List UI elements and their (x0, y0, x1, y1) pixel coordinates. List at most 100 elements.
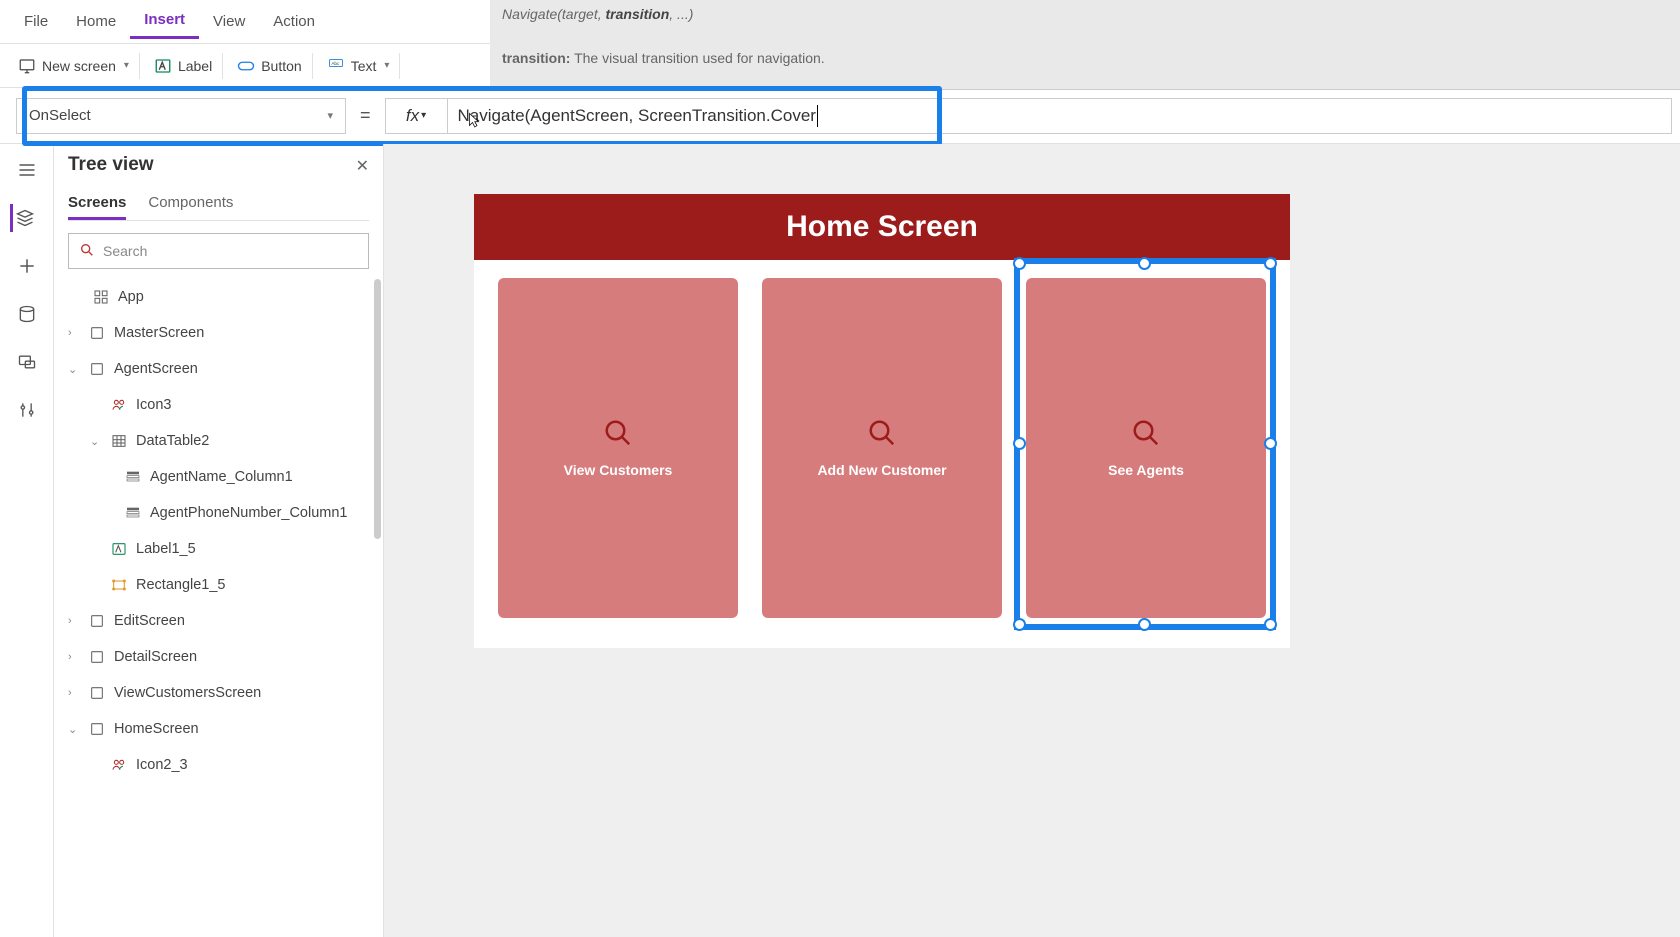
magnifier-icon (1131, 418, 1161, 448)
formula-intellisense: Navigate(target, transition, ...) transi… (490, 0, 1680, 90)
left-rail (0, 144, 54, 937)
chevron-right-icon[interactable]: › (68, 615, 80, 627)
data-icon[interactable] (13, 300, 41, 328)
search-placeholder: Search (103, 243, 147, 259)
node-masterscreen[interactable]: › MasterScreen (68, 315, 369, 351)
formula-input[interactable]: Navigate(AgentScreen, ScreenTransition.C… (447, 98, 1672, 134)
text-icon: Abc (327, 57, 345, 75)
text-caret (817, 105, 818, 127)
chevron-right-icon[interactable]: › (68, 327, 80, 339)
node-icon23[interactable]: Icon2_3 (68, 747, 369, 783)
new-screen-label: New screen (42, 58, 116, 74)
chevron-down-icon: ▾ (421, 110, 426, 121)
settings-icon[interactable] (13, 396, 41, 424)
people-icon (110, 396, 128, 414)
canvas-area[interactable]: Home Screen View Customers Add New Custo… (384, 144, 1680, 937)
sig-post: , ...) (669, 6, 693, 22)
card-see-agents[interactable]: See Agents (1026, 278, 1266, 618)
search-icon (79, 242, 95, 261)
screen-outline-icon (88, 684, 106, 702)
tab-screens[interactable]: Screens (68, 188, 126, 220)
card-label: See Agents (1108, 462, 1184, 478)
fx-label: fx (406, 106, 419, 126)
node-agentphone-col[interactable]: AgentPhoneNumber_Column1 (68, 495, 369, 531)
canvas-body: View Customers Add New Customer See Agen… (474, 260, 1290, 648)
rectangle-icon (110, 576, 128, 594)
app-grid-icon (92, 288, 110, 306)
tab-components[interactable]: Components (148, 188, 233, 220)
chevron-down-icon: ▾ (384, 60, 389, 71)
text-button[interactable]: Abc Text ▾ (317, 53, 401, 79)
node-datatable2[interactable]: ⌄ DataTable2 (68, 423, 369, 459)
sig-pre: Navigate(target, (502, 6, 606, 22)
plus-icon[interactable] (13, 252, 41, 280)
card-add-new-customer[interactable]: Add New Customer (762, 278, 1002, 618)
node-label: DetailScreen (114, 649, 197, 665)
canvas-home-screen: Home Screen View Customers Add New Custo… (474, 194, 1290, 648)
node-detailscreen[interactable]: › DetailScreen (68, 639, 369, 675)
node-viewcustomersscreen[interactable]: › ViewCustomersScreen (68, 675, 369, 711)
node-agentscreen[interactable]: ⌄ AgentScreen (68, 351, 369, 387)
property-selector[interactable]: OnSelect ▾ (16, 98, 346, 134)
node-agentname-col[interactable]: AgentName_Column1 (68, 459, 369, 495)
tree-view-rail-icon[interactable] (10, 204, 38, 232)
node-label: App (118, 289, 144, 305)
column-icon (124, 504, 142, 522)
node-label: Label1_5 (136, 541, 196, 557)
node-label: Rectangle1_5 (136, 577, 226, 593)
formula-bar: OnSelect ▾ = fx ▾ Navigate(AgentScreen, … (0, 88, 1680, 144)
node-app[interactable]: App (68, 279, 369, 315)
hint-desc-text: The visual transition used for navigatio… (570, 50, 824, 66)
menu-file[interactable]: File (10, 7, 62, 36)
node-homescreen[interactable]: ⌄ HomeScreen (68, 711, 369, 747)
card-view-customers[interactable]: View Customers (498, 278, 738, 618)
tree-view-tabs: Screens Components (68, 188, 369, 221)
text-btn-text: Text (351, 58, 377, 74)
node-label15[interactable]: Label1_5 (68, 531, 369, 567)
fx-button[interactable]: fx ▾ (385, 98, 447, 134)
search-input[interactable]: Search (68, 233, 369, 269)
media-icon[interactable] (13, 348, 41, 376)
button-button[interactable]: Button (227, 53, 312, 79)
node-label: MasterScreen (114, 325, 204, 341)
label-icon (110, 540, 128, 558)
menu-action[interactable]: Action (259, 7, 329, 36)
canvas-header[interactable]: Home Screen (474, 194, 1290, 260)
chevron-right-icon[interactable]: › (68, 651, 80, 663)
node-label: ViewCustomersScreen (114, 685, 261, 701)
new-screen-button[interactable]: New screen ▾ (8, 53, 140, 79)
chevron-right-icon[interactable]: › (68, 687, 80, 699)
tree-view-panel: Tree view ✕ Screens Components Search Ap… (54, 144, 384, 937)
property-selector-value: OnSelect (29, 107, 91, 124)
people-icon (110, 756, 128, 774)
close-icon[interactable]: ✕ (356, 156, 369, 176)
card-label: Add New Customer (817, 462, 946, 478)
svg-text:Abc: Abc (331, 60, 340, 65)
hint-desc-label: transition: (502, 50, 570, 66)
button-icon (237, 57, 255, 75)
node-label: AgentName_Column1 (150, 469, 293, 485)
chevron-down-icon[interactable]: ⌄ (90, 435, 102, 448)
node-label: AgentPhoneNumber_Column1 (150, 505, 348, 521)
card-label: View Customers (564, 462, 673, 478)
label-button[interactable]: Label (144, 53, 223, 79)
tree-view-title: Tree view (68, 154, 369, 176)
menu-home[interactable]: Home (62, 7, 130, 36)
chevron-down-icon[interactable]: ⌄ (68, 363, 80, 376)
menu-view[interactable]: View (199, 7, 259, 36)
menu-insert[interactable]: Insert (130, 5, 199, 39)
chevron-down-icon: ▾ (327, 109, 333, 122)
chevron-down-icon[interactable]: ⌄ (68, 723, 80, 736)
scrollbar-thumb[interactable] (374, 279, 381, 539)
label-icon (154, 57, 172, 75)
node-icon3[interactable]: Icon3 (68, 387, 369, 423)
node-rectangle15[interactable]: Rectangle1_5 (68, 567, 369, 603)
formula-value: Navigate(AgentScreen, ScreenTransition.C… (458, 106, 816, 126)
node-label: EditScreen (114, 613, 185, 629)
hamburger-icon[interactable] (13, 156, 41, 184)
screen-outline-icon (88, 720, 106, 738)
node-editscreen[interactable]: › EditScreen (68, 603, 369, 639)
column-icon (124, 468, 142, 486)
screen-outline-icon (88, 612, 106, 630)
screen-outline-icon (88, 360, 106, 378)
